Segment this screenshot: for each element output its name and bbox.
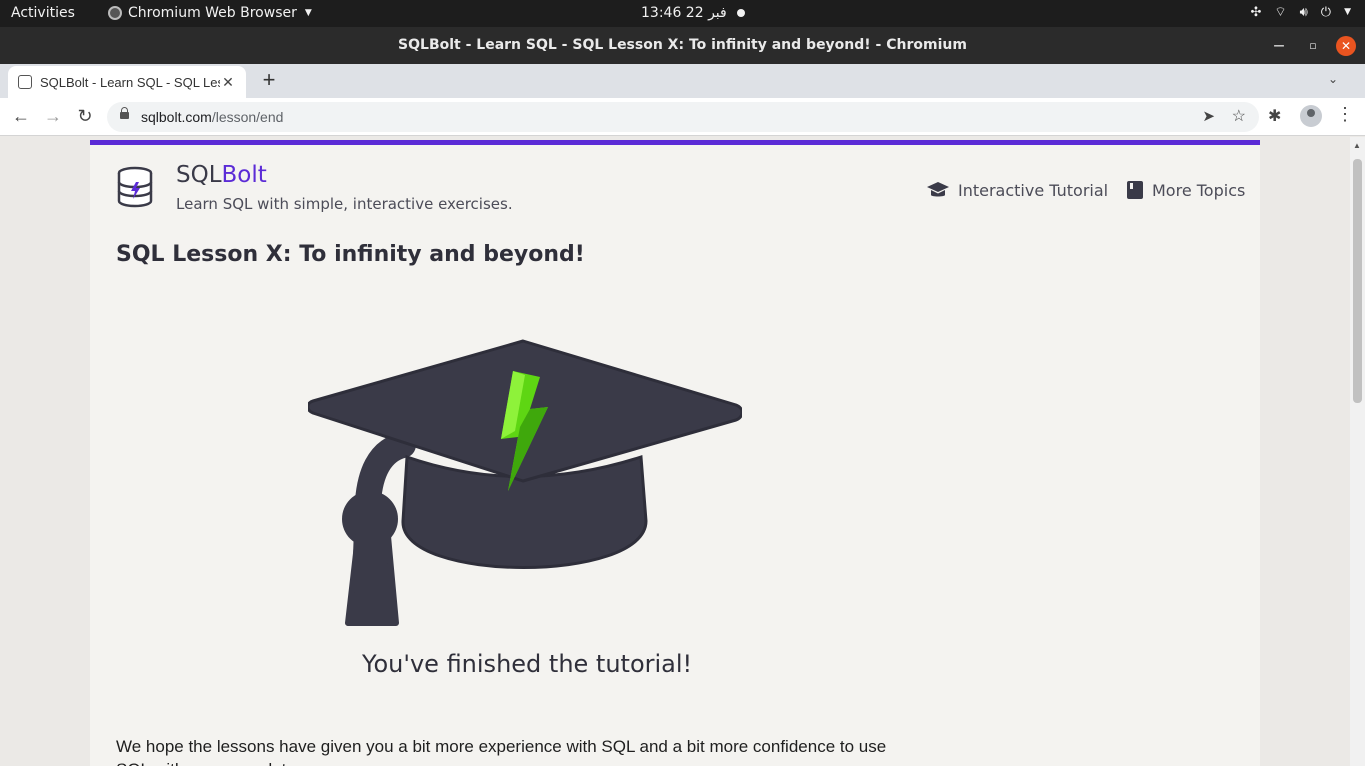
site-tagline: Learn SQL with simple, interactive exerc… bbox=[176, 195, 513, 213]
minimize-button[interactable]: — bbox=[1269, 36, 1289, 56]
kebab-menu-icon[interactable]: ⋮ bbox=[1336, 104, 1354, 125]
tab-strip: SQLBolt - Learn SQL - SQL Lesson X: To i… bbox=[0, 64, 1365, 98]
nav-topics-label: More Topics bbox=[1152, 180, 1246, 200]
app-name: Chromium Web Browser bbox=[128, 5, 297, 21]
back-arrow-icon[interactable]: ← bbox=[9, 105, 33, 129]
forward-arrow-icon[interactable]: → bbox=[41, 105, 65, 129]
wifi-icon[interactable]: ⌔ bbox=[1274, 4, 1286, 20]
volume-icon[interactable]: 🔊︎ bbox=[1300, 5, 1308, 20]
maximize-button[interactable]: ▫ bbox=[1303, 36, 1323, 56]
content-card: SQLBolt Learn SQL with simple, interacti… bbox=[90, 140, 1260, 766]
scrollbar-thumb[interactable] bbox=[1353, 159, 1362, 403]
tab-search-chevron-icon[interactable]: ⌄ bbox=[1328, 72, 1338, 86]
page-viewport: SQLBolt Learn SQL with simple, interacti… bbox=[0, 137, 1365, 766]
system-top-bar: Activities Chromium Web Browser ▼ 13:46 … bbox=[0, 0, 1365, 27]
send-tab-icon[interactable]: ➤ bbox=[1202, 107, 1215, 125]
window-title-bar: SQLBolt - Learn SQL - SQL Lesson X: To i… bbox=[0, 27, 1365, 64]
book-icon bbox=[1127, 181, 1143, 199]
reload-icon[interactable]: ↻ bbox=[73, 105, 97, 129]
bookmark-star-icon[interactable]: ☆ bbox=[1232, 106, 1246, 126]
address-bar[interactable]: sqlbolt.com/lesson/end ➤ ☆ bbox=[107, 102, 1259, 132]
url-text[interactable]: sqlbolt.com/lesson/end bbox=[141, 109, 283, 125]
extensions-puzzle-icon[interactable]: ✱ bbox=[1268, 106, 1281, 126]
lesson-title: SQL Lesson X: To infinity and beyond! bbox=[116, 242, 585, 267]
caret-down-icon: ▼ bbox=[304, 8, 312, 18]
notification-dot bbox=[737, 9, 745, 17]
tray-caret-icon[interactable]: ▼ bbox=[1344, 7, 1351, 17]
activities-button[interactable]: Activities bbox=[11, 5, 75, 21]
finished-caption: You've finished the tutorial! bbox=[362, 650, 693, 678]
brand-suffix: Bolt bbox=[221, 162, 267, 188]
closing-paragraph: We hope the lessons have given you a bit… bbox=[116, 737, 887, 766]
lock-icon[interactable] bbox=[120, 107, 129, 121]
system-tray[interactable]: ✣ ⌔ 🔊︎ ⏻ ▼ bbox=[1250, 4, 1351, 21]
clock[interactable]: 13:46 22 فبر bbox=[641, 5, 727, 21]
nav-more-topics[interactable]: More Topics bbox=[1126, 180, 1245, 200]
graduation-cap-illustration bbox=[308, 339, 742, 626]
close-tab-icon[interactable]: ✕ bbox=[220, 74, 236, 91]
power-icon[interactable]: ⏻ bbox=[1321, 5, 1331, 20]
profile-avatar-icon[interactable] bbox=[1300, 105, 1322, 127]
url-domain: sqlbolt.com bbox=[141, 109, 212, 125]
site-brand[interactable]: SQLBolt bbox=[176, 162, 267, 188]
nav-interactive-tutorial[interactable]: Interactive Tutorial bbox=[926, 180, 1108, 200]
graduation-cap-icon bbox=[927, 182, 949, 197]
window-title: SQLBolt - Learn SQL - SQL Lesson X: To i… bbox=[398, 37, 967, 53]
url-path: /lesson/end bbox=[211, 109, 284, 125]
tab-sqlbolt[interactable]: SQLBolt - Learn SQL - SQL Lesson X: To i… bbox=[8, 66, 246, 98]
nav-tutorial-label: Interactive Tutorial bbox=[958, 180, 1109, 200]
database-logo-icon[interactable] bbox=[116, 166, 154, 210]
close-window-button[interactable]: ✕ bbox=[1336, 36, 1356, 56]
browser-toolbar: ← → ↻ sqlbolt.com/lesson/end ➤ ☆ ✱ ⋮ bbox=[0, 98, 1365, 136]
database-favicon-icon bbox=[18, 75, 32, 89]
brand-prefix: SQL bbox=[176, 162, 222, 188]
new-tab-button[interactable]: + bbox=[258, 69, 280, 92]
app-menu[interactable]: Chromium Web Browser ▼ bbox=[108, 5, 312, 21]
page-scrollbar[interactable]: ▲ bbox=[1350, 137, 1365, 766]
scroll-up-arrow-icon[interactable]: ▲ bbox=[1353, 141, 1361, 150]
network-indicator-icon[interactable]: ✣ bbox=[1250, 5, 1261, 20]
chromium-icon bbox=[108, 6, 122, 20]
tab-title: SQLBolt - Learn SQL - SQL Lesson X: To i… bbox=[40, 74, 220, 90]
